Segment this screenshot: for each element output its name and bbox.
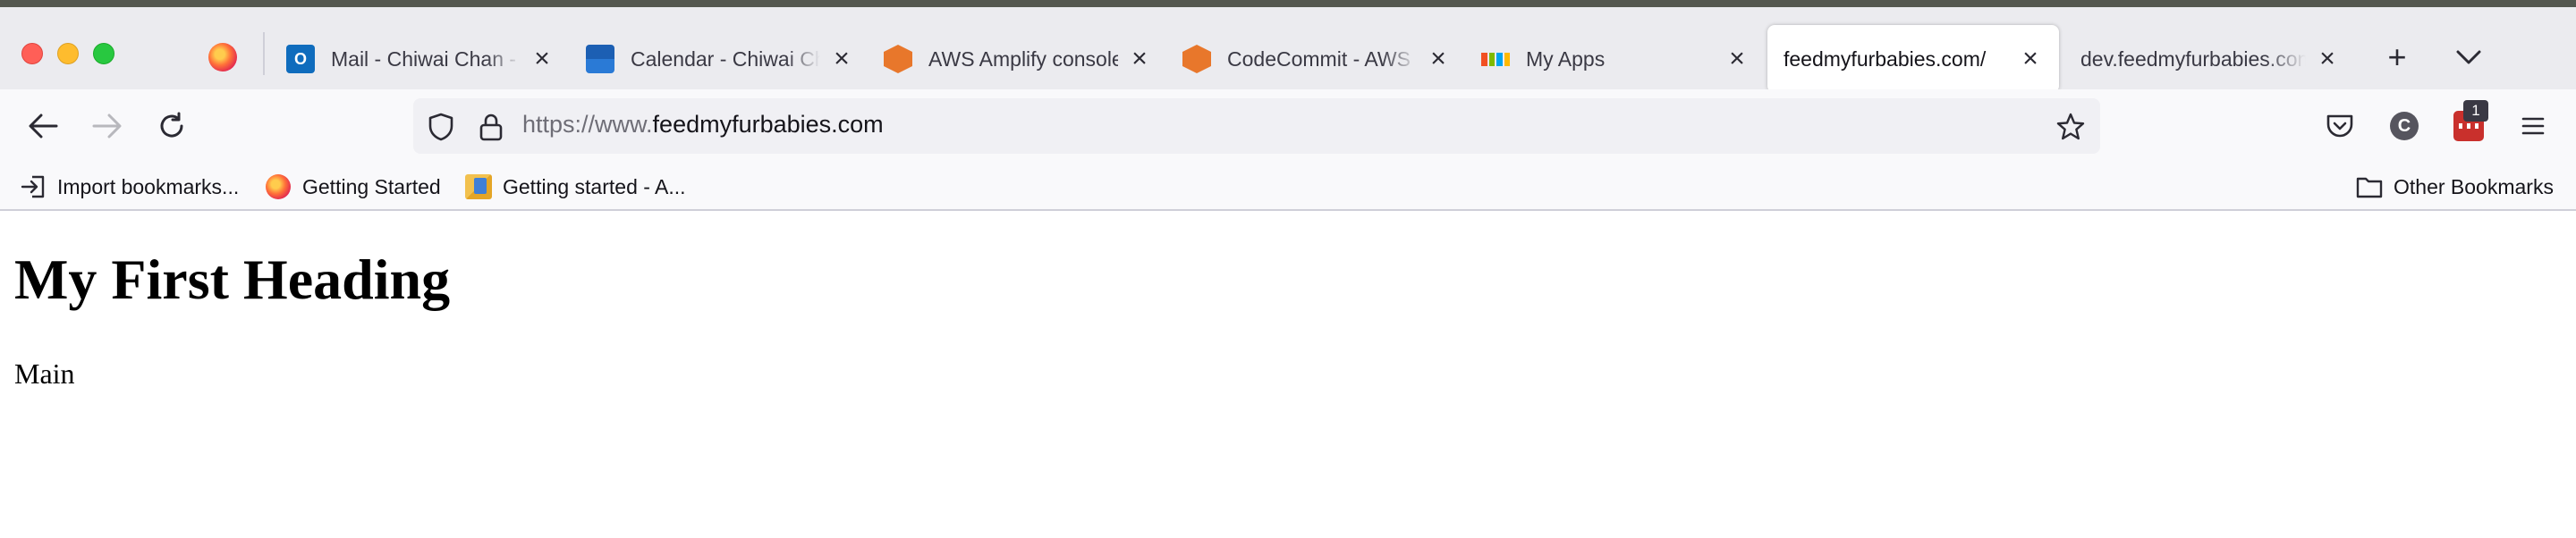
- tab-codecommit[interactable]: CodeCommit - AWS Developer Tools ×: [1182, 25, 1451, 93]
- tab-close-icon[interactable]: ×: [1426, 46, 1451, 72]
- microsoft-icon: [1481, 45, 1510, 73]
- window-maximize-button[interactable]: [93, 43, 114, 64]
- import-icon: [20, 173, 47, 200]
- tab-close-icon[interactable]: ×: [2018, 46, 2043, 72]
- chevron-down-icon: [2456, 50, 2481, 64]
- extension-badge: 1: [2463, 100, 2488, 122]
- bookmark-import[interactable]: Import bookmarks...: [20, 170, 239, 204]
- pocket-button[interactable]: [2322, 108, 2358, 144]
- tab-label: Mail - Chiwai Chan - Outlook: [331, 46, 521, 71]
- tab-label: CodeCommit - AWS Developer Tools: [1227, 46, 1417, 71]
- tracking-protection-shield-icon[interactable]: [426, 112, 456, 142]
- other-bookmarks[interactable]: Other Bookmarks: [2356, 170, 2554, 204]
- tab-separator: [263, 32, 265, 75]
- tab-close-icon[interactable]: ×: [1724, 46, 1750, 72]
- firefox-view-icon[interactable]: [208, 43, 237, 71]
- bookmark-label: Getting Started: [302, 174, 441, 198]
- bookmark-label: Getting started - A...: [503, 174, 686, 198]
- tab-label: dev.feedmyfurbabies.com/: [2080, 46, 2306, 71]
- tab-close-icon[interactable]: ×: [829, 46, 854, 72]
- window-close-button[interactable]: [21, 43, 43, 64]
- tab-label: My Apps: [1526, 46, 1606, 71]
- bookmark-getting-started-aws[interactable]: Getting started - A...: [465, 170, 686, 204]
- app-menu-button[interactable]: [2515, 108, 2551, 144]
- url-scheme: https://www.: [522, 111, 653, 138]
- folder-icon: [2356, 173, 2383, 200]
- other-bookmarks-label: Other Bookmarks: [2394, 174, 2554, 198]
- tab-dev-feedmyfurbabies[interactable]: dev.feedmyfurbabies.com/ ×: [2080, 25, 2340, 93]
- aws-icon: [884, 45, 912, 73]
- tab-calendar[interactable]: Calendar - Chiwai Chan - Outlook ×: [586, 25, 854, 93]
- window-minimize-button[interactable]: [57, 43, 79, 64]
- forward-arrow-icon: [92, 113, 122, 139]
- tab-label: feedmyfurbabies.com/: [1784, 46, 1987, 71]
- bookmark-star-icon[interactable]: [2055, 112, 2086, 142]
- url-host: feedmyfurbabies.com: [652, 111, 884, 138]
- outlook-icon: O: [286, 45, 315, 73]
- url-text[interactable]: https://www.feedmyfurbabies.com: [522, 111, 884, 139]
- back-arrow-icon: [29, 113, 58, 139]
- bookmark-getting-started[interactable]: Getting Started: [265, 170, 441, 204]
- account-button[interactable]: C: [2386, 108, 2422, 144]
- page-heading: My First Heading: [14, 248, 451, 311]
- tab-aws-amplify[interactable]: AWS Amplify console ×: [884, 25, 1152, 93]
- package-icon: [465, 173, 492, 200]
- reload-button[interactable]: [154, 108, 190, 144]
- tab-list-button[interactable]: [2451, 39, 2487, 75]
- reload-icon: [160, 112, 183, 138]
- bookmark-label: Import bookmarks...: [57, 174, 240, 198]
- hamburger-menu-icon: [2521, 117, 2545, 135]
- tab-close-icon[interactable]: ×: [2315, 46, 2340, 72]
- tab-close-icon[interactable]: ×: [1127, 46, 1152, 72]
- tab-label: AWS Amplify console: [928, 46, 1118, 71]
- tab-strip: O Mail - Chiwai Chan - Outlook × Calenda…: [0, 0, 2576, 93]
- firefox-icon: [265, 173, 292, 200]
- tab-label: Calendar - Chiwai Chan - Outlook: [631, 46, 820, 71]
- aws-icon: [1182, 45, 1211, 73]
- tab-feedmyfurbabies-active[interactable]: feedmyfurbabies.com/ ×: [1767, 25, 2059, 93]
- new-tab-button[interactable]: +: [2379, 39, 2415, 75]
- tab-close-icon[interactable]: ×: [530, 46, 555, 72]
- tab-my-apps[interactable]: My Apps ×: [1481, 25, 1750, 93]
- back-button[interactable]: [25, 108, 61, 144]
- account-avatar-icon: C: [2390, 112, 2419, 140]
- page-paragraph: Main: [14, 357, 75, 390]
- tab-mail[interactable]: O Mail - Chiwai Chan - Outlook ×: [286, 25, 555, 93]
- forward-button[interactable]: [89, 108, 125, 144]
- lock-icon[interactable]: [476, 112, 506, 142]
- pocket-icon: [2326, 114, 2353, 138]
- calendar-icon: [586, 45, 614, 73]
